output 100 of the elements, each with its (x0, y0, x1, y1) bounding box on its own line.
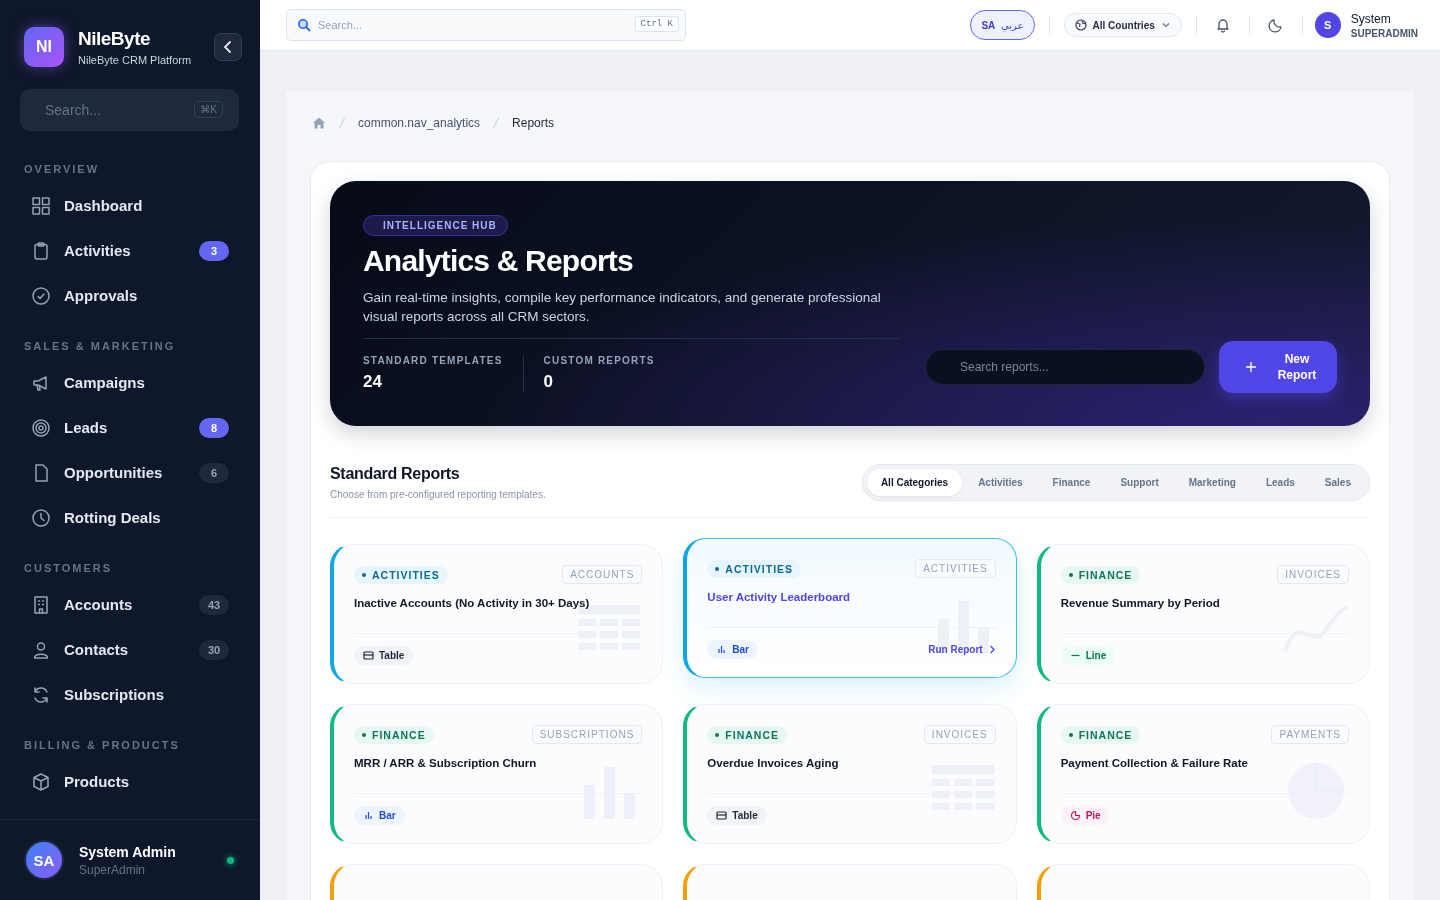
category-tab[interactable]: All Categories (866, 469, 963, 496)
report-card[interactable]: ACTIVITIES ACTIVITIES User Activity Leaderboard Bar Run Report (683, 538, 1017, 678)
refresh-icon (31, 684, 51, 705)
nav-item[interactable]: Accounts 43 (0, 582, 260, 627)
entity-tag: INVOICES (923, 725, 996, 744)
stat-label: STANDARD TEMPLATES (363, 355, 503, 366)
user-avatar: SA (24, 840, 64, 880)
count-badge: 8 (199, 417, 229, 438)
nav-item[interactable]: Opportunities 6 (0, 450, 260, 495)
report-title: User Activity Leaderboard (707, 591, 852, 603)
nav-item[interactable]: Products (0, 759, 260, 804)
run-report-link[interactable]: Run Report (928, 644, 996, 655)
shortcut-hint: ⌘K (194, 101, 223, 118)
nav-section-title: CUSTOMERS (23, 562, 114, 574)
clipboard-icon (31, 240, 51, 261)
nav-item[interactable]: Rotting Deals (0, 495, 260, 540)
nav-item[interactable]: Contacts 30 (0, 627, 260, 672)
category-tag: ACTIVITIES (354, 565, 448, 584)
building-icon (31, 594, 51, 615)
entity-tag: INVOICES (1277, 565, 1349, 584)
breadcrumb-link[interactable]: common.nav_analytics (358, 116, 481, 130)
chart-type-chip: Table (707, 806, 767, 825)
moon-icon (1267, 17, 1284, 33)
new-report-button[interactable]: New Report (1219, 341, 1337, 393)
nav-section-title: BILLING & PRODUCTS (23, 739, 181, 751)
entity-tag: ACTIVITIES (915, 559, 996, 578)
report-card[interactable]: FINANCE SUBSCRIPTIONS MRR / ARR & Subscription Churn Bar (330, 704, 664, 844)
entity-tag: PAYMENTS (1271, 725, 1349, 744)
chart-type-chip: Table (354, 646, 414, 665)
table-chart-icon (716, 810, 728, 821)
stat-value: 0 (543, 372, 555, 392)
report-title: MRR / ARR & Subscription Churn (354, 757, 538, 769)
collapse-button[interactable] (214, 33, 242, 61)
page-description: Gain real-time insights, compile key performance indicators, and generate professional visual reports across all CRM sectors. (363, 288, 900, 339)
category-tab[interactable]: Marketing (1174, 469, 1250, 496)
report-search-field[interactable]: Search reports... (925, 349, 1205, 385)
category-tag: FINANCE (707, 725, 787, 744)
category-tag: FINANCE (1060, 725, 1141, 744)
search-icon (297, 18, 311, 32)
user-name: System Admin (79, 843, 177, 860)
nav-item[interactable]: Dashboard (0, 183, 260, 228)
entity-tag: ACCOUNTS (562, 565, 643, 584)
bar-chart-icon (716, 644, 728, 655)
country-dropdown[interactable]: All Countries (1063, 13, 1182, 37)
report-title: Revenue Summary by Period (1060, 597, 1221, 609)
bar-chart-icon (363, 810, 374, 821)
breadcrumb-separator-icon (338, 117, 346, 129)
brand-name: NileByte (78, 28, 152, 50)
category-tab[interactable]: Sales (1310, 469, 1365, 496)
table-chart-icon (363, 650, 374, 661)
report-card[interactable]: FINANCE PAYMENTS Payment Collection & Failure Rate Pie (1036, 704, 1370, 844)
box-icon (31, 771, 51, 792)
chart-type-chip: Bar (707, 640, 758, 659)
report-card[interactable]: FINANCE INVOICES Overdue Invoices Aging Table (683, 704, 1017, 844)
stat-value: 24 (363, 372, 383, 392)
count-badge: 30 (199, 639, 229, 660)
count-badge: 6 (199, 462, 229, 483)
stat-label: CUSTOM REPORTS (543, 355, 655, 366)
report-title: Overdue Invoices Aging (707, 757, 840, 769)
category-tab[interactable]: Support (1106, 469, 1173, 496)
logo-badge: NI (24, 27, 64, 67)
category-tag: FINANCE (354, 725, 434, 744)
page-title: Analytics & Reports (363, 244, 634, 278)
user-avatar[interactable]: S (1314, 12, 1341, 38)
home-icon[interactable] (312, 116, 326, 130)
grid-icon (31, 195, 51, 216)
category-tab[interactable]: Finance (1038, 469, 1105, 496)
nav-item[interactable]: Activities 3 (0, 228, 260, 273)
hero-badge: INTELLIGENCE HUB (363, 215, 508, 236)
nav-item[interactable]: Subscriptions (0, 672, 260, 717)
entity-tag: SUBSCRIPTIONS (531, 725, 643, 744)
user-role: SuperAdmin (79, 862, 147, 877)
target-icon (31, 417, 51, 438)
section-title: Standard Reports (330, 465, 461, 483)
pie-chart-icon (1069, 810, 1081, 821)
globe-icon (1074, 19, 1087, 31)
report-title: Payment Collection & Failure Rate (1060, 757, 1249, 769)
category-tab[interactable]: Leads (1251, 469, 1309, 496)
category-tab[interactable]: Activities (964, 469, 1037, 496)
nav-item[interactable]: Campaigns (0, 360, 260, 405)
report-card[interactable]: ACTIVITIES ACCOUNTS Inactive Accounts (No Activity in 30+ Days) Table (330, 544, 664, 684)
shortcut-hint: Ctrl K (634, 16, 679, 32)
count-badge: 43 (199, 594, 229, 615)
check-icon (31, 285, 51, 306)
user-role: SUPERADMIN (1350, 27, 1418, 39)
chevron-right-icon (987, 645, 996, 654)
section-subtitle: Choose from pre-configured reporting templates. (330, 489, 546, 500)
user-name: System (1350, 11, 1392, 26)
report-card[interactable]: FINANCE INVOICES Revenue Summary by Period Line (1036, 544, 1370, 684)
nav-section-title: OVERVIEW (23, 163, 101, 175)
count-badge: 3 (199, 240, 229, 261)
chart-type-chip: Pie (1060, 806, 1110, 825)
breadcrumb-separator-icon (492, 117, 501, 129)
chart-type-chip: Line (1060, 646, 1116, 665)
nav-item[interactable]: Leads 8 (0, 405, 260, 450)
brand-subtitle: NileByte CRM Platform (78, 54, 193, 66)
person-icon (31, 639, 51, 660)
chevron-down-icon (1160, 20, 1171, 30)
category-tag: ACTIVITIES (707, 559, 802, 578)
nav-item[interactable]: Approvals (0, 273, 260, 318)
